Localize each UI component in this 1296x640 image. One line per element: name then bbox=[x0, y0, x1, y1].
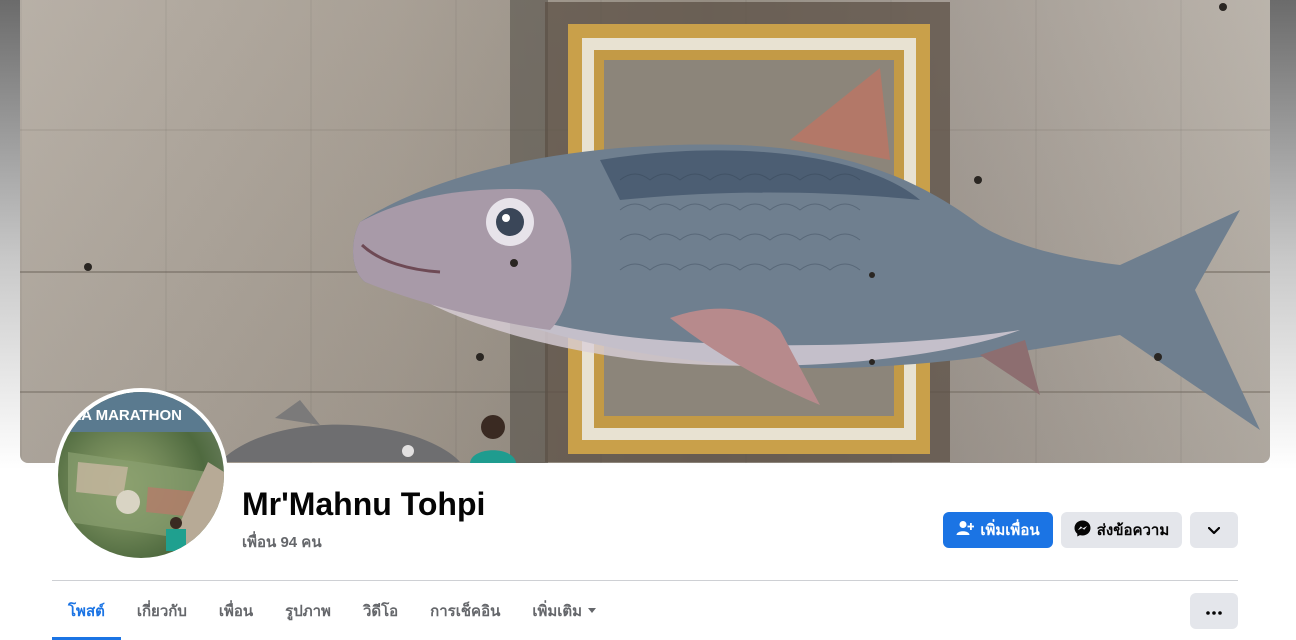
person-plus-icon bbox=[956, 520, 975, 540]
tab-label: เพิ่มเติม bbox=[532, 602, 583, 620]
chevron-down-icon bbox=[1207, 522, 1221, 539]
profile-avatar[interactable]: LA MARATHON bbox=[54, 388, 228, 562]
add-friend-button[interactable]: เพิ่มเพื่อน bbox=[943, 512, 1053, 548]
messenger-icon bbox=[1074, 520, 1091, 541]
ellipsis-icon bbox=[1206, 602, 1222, 620]
tab-checkins[interactable]: การเช็คอิน bbox=[414, 581, 516, 640]
add-friend-label: เพิ่มเพื่อน bbox=[980, 522, 1040, 539]
avatar-image: LA MARATHON bbox=[58, 392, 224, 558]
tab-photos[interactable]: รูปภาพ bbox=[269, 581, 347, 640]
tab-more[interactable]: เพิ่มเติม bbox=[516, 581, 612, 640]
tab-label: เพื่อน bbox=[218, 602, 254, 620]
avatar-caption: LA MARATHON bbox=[72, 407, 182, 424]
message-label: ส่งข้อความ bbox=[1096, 522, 1170, 539]
tab-label: วิดีโอ bbox=[362, 602, 399, 620]
tab-about[interactable]: เกี่ยวกับ bbox=[121, 581, 203, 640]
avatar-photo-illustration: LA MARATHON bbox=[58, 392, 224, 558]
tab-videos[interactable]: วิดีโอ bbox=[347, 581, 414, 640]
message-button[interactable]: ส่งข้อความ bbox=[1061, 512, 1182, 548]
tab-label: เกี่ยวกับ bbox=[136, 602, 187, 620]
profile-name: Mr'Mahnu Tohpi bbox=[242, 486, 486, 522]
profile-options-dropdown-button[interactable] bbox=[1190, 512, 1238, 548]
tab-friends[interactable]: เพื่อน bbox=[203, 581, 269, 640]
tab-label: การเช็คอิน bbox=[430, 602, 501, 620]
tab-label: รูปภาพ bbox=[285, 602, 331, 620]
tab-posts[interactable]: โพสต์ bbox=[52, 581, 121, 640]
profile-tabs: โพสต์ เกี่ยวกับ เพื่อน รูปภาพ วิดีโอ การ… bbox=[52, 581, 612, 640]
friend-count[interactable]: เพื่อน 94 คน bbox=[242, 530, 322, 554]
caret-down-icon bbox=[588, 608, 597, 613]
more-options-button[interactable] bbox=[1190, 593, 1238, 629]
tab-label: โพสต์ bbox=[68, 602, 105, 620]
